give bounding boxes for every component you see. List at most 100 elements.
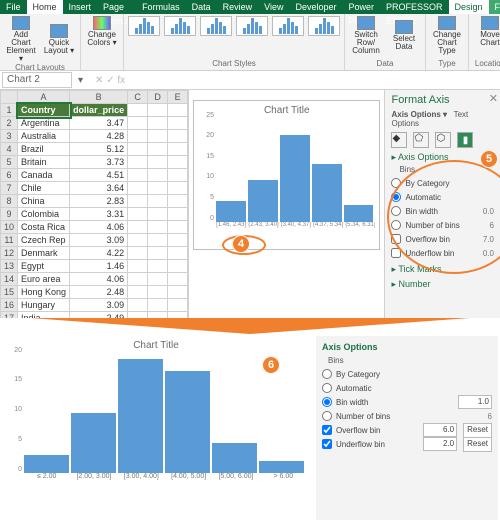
histogram-bar[interactable]: [259, 461, 304, 473]
tab-developer[interactable]: Developer: [289, 0, 342, 14]
section-axis-options-2[interactable]: Axis Options: [322, 342, 378, 352]
formula-bar: Chart 2 ▾✕ ✓ fx: [0, 71, 500, 90]
chart-style-thumb[interactable]: [272, 16, 304, 36]
ribbon: Add Chart Element ▾ Quick Layout ▾ Chart…: [0, 14, 500, 71]
histogram-bar[interactable]: [312, 164, 342, 222]
group-label-type: Type: [430, 59, 464, 68]
x-axis-bin-label[interactable]: (2.43, 3.40]: [248, 222, 278, 228]
histogram-bar[interactable]: [344, 205, 374, 222]
fill-outline-icon[interactable]: ◆: [391, 132, 407, 148]
chart-type-icon: [438, 16, 456, 30]
effects-icon[interactable]: ⬠: [413, 132, 429, 148]
chart-style-thumb[interactable]: [308, 16, 340, 36]
quick-layout-icon: [50, 24, 68, 38]
change-colors-button[interactable]: Change Colors ▾: [85, 16, 119, 47]
bins-heading-2: Bins: [328, 356, 492, 365]
group-chart-styles: Chart Styles: [124, 14, 345, 70]
tab-power-pivot[interactable]: Power Pivot: [343, 0, 381, 14]
tab-home[interactable]: Home: [27, 0, 63, 14]
x-axis-bin-label[interactable]: (5.34, 6.31]: [345, 222, 375, 228]
select-data-icon: [395, 20, 413, 34]
menu-tabs: File Home Insert Page Layout Formulas Da…: [0, 0, 500, 14]
close-pane-icon[interactable]: ✕: [489, 92, 498, 105]
add-chart-icon: [12, 16, 30, 30]
bins2-by-category[interactable]: By Category: [322, 367, 492, 381]
histogram-bar[interactable]: [280, 135, 310, 222]
add-chart-element-button[interactable]: Add Chart Element ▾: [4, 16, 38, 63]
x-axis-bin-label[interactable]: [1.46, 2.43]: [216, 222, 246, 228]
group-colors: Change Colors ▾: [81, 14, 124, 70]
callout-4: 4: [232, 235, 250, 253]
histogram-bar[interactable]: [248, 180, 278, 222]
underflow-reset-button[interactable]: Reset: [463, 437, 492, 452]
callout-5: 5: [480, 150, 498, 168]
histogram-bar[interactable]: [165, 371, 210, 473]
axis-options-tab[interactable]: Axis Options ▾: [391, 110, 447, 119]
select-data-button[interactable]: Select Data: [387, 20, 421, 51]
tab-page-layout[interactable]: Page Layout: [97, 0, 136, 14]
x-axis-bin-label[interactable]: > 6.00: [261, 473, 306, 480]
bins2-bin-width[interactable]: Bin width1.0: [322, 395, 492, 409]
histogram-bar[interactable]: [216, 201, 246, 222]
x-axis-bin-label[interactable]: [4.00, 5.00]: [166, 473, 211, 480]
switch-icon: [357, 16, 375, 30]
histogram-bar[interactable]: [71, 413, 116, 473]
tab-view[interactable]: View: [258, 0, 289, 14]
group-label-data: Data: [349, 59, 421, 68]
palette-icon: [93, 16, 111, 30]
section-number[interactable]: ▸ Number: [391, 279, 494, 290]
switch-row-column-button[interactable]: Switch Row/ Column: [349, 16, 383, 55]
tab-professor-excel[interactable]: PROFESSOR EXCEL: [380, 0, 449, 14]
x-axis-bin-label[interactable]: (4.37, 5.34]: [313, 222, 343, 228]
quick-layout-button[interactable]: Quick Layout ▾: [42, 24, 76, 55]
tab-format[interactable]: Format: [489, 0, 500, 14]
change-chart-type-button[interactable]: Change Chart Type: [430, 16, 464, 55]
down-arrow: [0, 318, 500, 334]
axis-options-icon[interactable]: ▮: [457, 132, 473, 148]
embedded-chart-area: Chart Title 0 5 10 15 20 25 [1.46, 2.43]…: [189, 90, 384, 318]
pane-title: Format Axis: [391, 94, 494, 106]
chart-style-thumb[interactable]: [164, 16, 196, 36]
group-label-styles: Chart Styles: [128, 59, 340, 68]
overflow-reset-button[interactable]: Reset: [463, 423, 492, 438]
tab-file[interactable]: File: [0, 0, 27, 14]
x-axis-bin-label[interactable]: [2.00, 3.00]: [71, 473, 116, 480]
group-data: Switch Row/ Column Select Data Data: [345, 14, 426, 70]
chart-object[interactable]: Chart Title 0 5 10 15 20 25 [1.46, 2.43]…: [193, 100, 380, 250]
group-type: Change Chart Type Type: [426, 14, 469, 70]
x-axis-bin-label[interactable]: (3.40, 4.37]: [281, 222, 311, 228]
format-axis-pane: ✕ Format Axis Axis Options ▾ Text Option…: [384, 90, 500, 318]
format-axis-pane-result: Axis Options Bins By Category Automatic …: [316, 336, 498, 520]
chart-style-thumb[interactable]: [236, 16, 268, 36]
result-chart: Chart Title 0 5 10 15 20 ≤ 2.00[2.00, 3.…: [2, 336, 310, 520]
chart-title[interactable]: Chart Title: [198, 105, 375, 116]
histogram-bar[interactable]: [24, 455, 69, 473]
x-axis-bin-label[interactable]: [3.00, 4.00]: [119, 473, 164, 480]
group-label-location: Location: [473, 59, 500, 68]
histogram-bar[interactable]: [118, 359, 163, 473]
tab-data[interactable]: Data: [186, 0, 217, 14]
tab-review[interactable]: Review: [217, 0, 259, 14]
bins2-overflow[interactable]: Overflow bin6.0Reset: [322, 423, 492, 437]
bins2-underflow[interactable]: Underflow bin2.0Reset: [322, 437, 492, 451]
name-box[interactable]: Chart 2: [2, 72, 72, 88]
worksheet[interactable]: ABCDEFG1Countrydollar_price2Argentina3.4…: [0, 90, 189, 318]
tab-insert[interactable]: Insert: [63, 0, 98, 14]
chart-style-thumb[interactable]: [200, 16, 232, 36]
size-props-icon[interactable]: ⬡: [435, 132, 451, 148]
group-location: Move Chart Location: [469, 14, 500, 70]
move-chart-button[interactable]: Move Chart: [473, 16, 500, 47]
tab-design[interactable]: Design: [449, 0, 489, 14]
histogram-bar[interactable]: [212, 443, 257, 473]
x-axis-bin-label[interactable]: ≤ 2.00: [24, 473, 69, 480]
chart-style-thumb[interactable]: [128, 16, 160, 36]
group-chart-layouts: Add Chart Element ▾ Quick Layout ▾ Chart…: [0, 14, 81, 70]
x-axis-bin-label[interactable]: [5.00, 6.00]: [213, 473, 258, 480]
result-chart-title: Chart Title: [6, 340, 306, 351]
group-label-layouts: Chart Layouts: [4, 63, 76, 71]
bins2-number-of-bins[interactable]: Number of bins6: [322, 409, 492, 423]
move-chart-icon: [481, 16, 499, 30]
tab-formulas[interactable]: Formulas: [136, 0, 186, 14]
bins2-automatic[interactable]: Automatic: [322, 381, 492, 395]
callout-6: 6: [262, 356, 280, 374]
